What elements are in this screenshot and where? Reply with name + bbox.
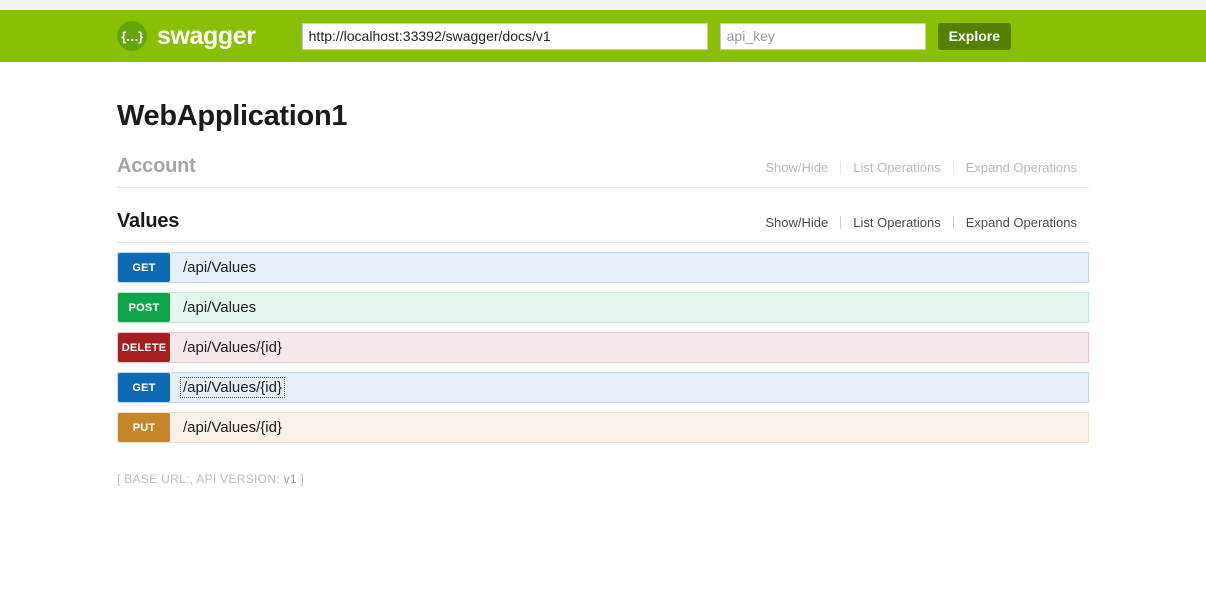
resource-values: Values Show/Hide List Operations Expand … bbox=[117, 210, 1089, 443]
swagger-logo-link[interactable]: {…} swagger bbox=[117, 21, 256, 51]
base-url-input[interactable] bbox=[301, 22, 708, 50]
page-title: WebApplication1 bbox=[117, 100, 348, 132]
base-url-label: BASE URL: bbox=[124, 472, 190, 486]
operation-row[interactable]: GET /api/Values/{id} bbox=[117, 372, 1089, 403]
resource-name-values[interactable]: Values bbox=[117, 210, 179, 233]
show-hide-link-values[interactable]: Show/Hide bbox=[753, 215, 840, 230]
method-badge: DELETE bbox=[118, 333, 170, 362]
method-badge: GET bbox=[118, 253, 170, 282]
expand-operations-link-values[interactable]: Expand Operations bbox=[954, 215, 1089, 230]
operation-path-link[interactable]: /api/Values/{id} bbox=[180, 377, 285, 398]
operation-path: /api/Values/{id} bbox=[170, 413, 1088, 442]
api-info-footer: [ BASE URL:, API VERSION: v1 ] bbox=[117, 472, 1089, 486]
list-operations-link-values[interactable]: List Operations bbox=[841, 215, 952, 230]
operation-row[interactable]: PUT /api/Values/{id} bbox=[117, 412, 1089, 443]
main-content: WebApplication1 Account Show/Hide List O… bbox=[0, 100, 1206, 486]
api-version-value: v1 bbox=[283, 472, 297, 486]
resource-header-values: Values Show/Hide List Operations Expand … bbox=[117, 210, 1089, 243]
api-version-label: API VERSION: bbox=[196, 472, 280, 486]
resource-options-account: Show/Hide List Operations Expand Operati… bbox=[753, 160, 1089, 175]
list-operations-link-account[interactable]: List Operations bbox=[841, 160, 952, 175]
operation-row[interactable]: GET /api/Values bbox=[117, 252, 1089, 283]
expand-operations-link-account[interactable]: Expand Operations bbox=[954, 160, 1089, 175]
footer-open-bracket: [ bbox=[117, 472, 121, 486]
api-key-input[interactable] bbox=[719, 22, 926, 50]
resource-name-account[interactable]: Account bbox=[117, 155, 196, 178]
operation-row[interactable]: POST /api/Values bbox=[117, 292, 1089, 323]
show-hide-link-account[interactable]: Show/Hide bbox=[753, 160, 840, 175]
operation-path: /api/Values/{id} bbox=[170, 373, 1088, 402]
explore-button[interactable]: Explore bbox=[937, 22, 1011, 50]
operation-row[interactable]: DELETE /api/Values/{id} bbox=[117, 332, 1089, 363]
resource-options-values: Show/Hide List Operations Expand Operati… bbox=[753, 215, 1089, 230]
operation-path: /api/Values bbox=[170, 293, 1088, 322]
method-badge: POST bbox=[118, 293, 170, 322]
resource-account: Account Show/Hide List Operations Expand… bbox=[117, 155, 1089, 188]
resource-header-account: Account Show/Hide List Operations Expand… bbox=[117, 155, 1089, 188]
method-badge: PUT bbox=[118, 413, 170, 442]
swagger-braces-icon: {…} bbox=[117, 21, 147, 51]
footer-close-bracket: ] bbox=[300, 472, 305, 486]
operation-path: /api/Values bbox=[170, 253, 1088, 282]
operation-path-link[interactable]: /api/Values bbox=[181, 258, 258, 277]
operation-path-link[interactable]: /api/Values/{id} bbox=[181, 418, 284, 437]
operation-path: /api/Values/{id} bbox=[170, 333, 1088, 362]
method-badge: GET bbox=[118, 373, 170, 402]
swagger-header-bar: {…} swagger Explore bbox=[0, 10, 1206, 62]
api-explorer-form: Explore bbox=[301, 22, 1011, 50]
operations-list-values: GET /api/Values POST /api/Values DELETE … bbox=[117, 252, 1089, 443]
operation-path-link[interactable]: /api/Values bbox=[181, 298, 258, 317]
swagger-logo-text: swagger bbox=[157, 21, 256, 50]
operation-path-link[interactable]: /api/Values/{id} bbox=[181, 338, 284, 357]
top-spacer bbox=[0, 0, 1206, 10]
footer-separator: , bbox=[189, 472, 194, 486]
